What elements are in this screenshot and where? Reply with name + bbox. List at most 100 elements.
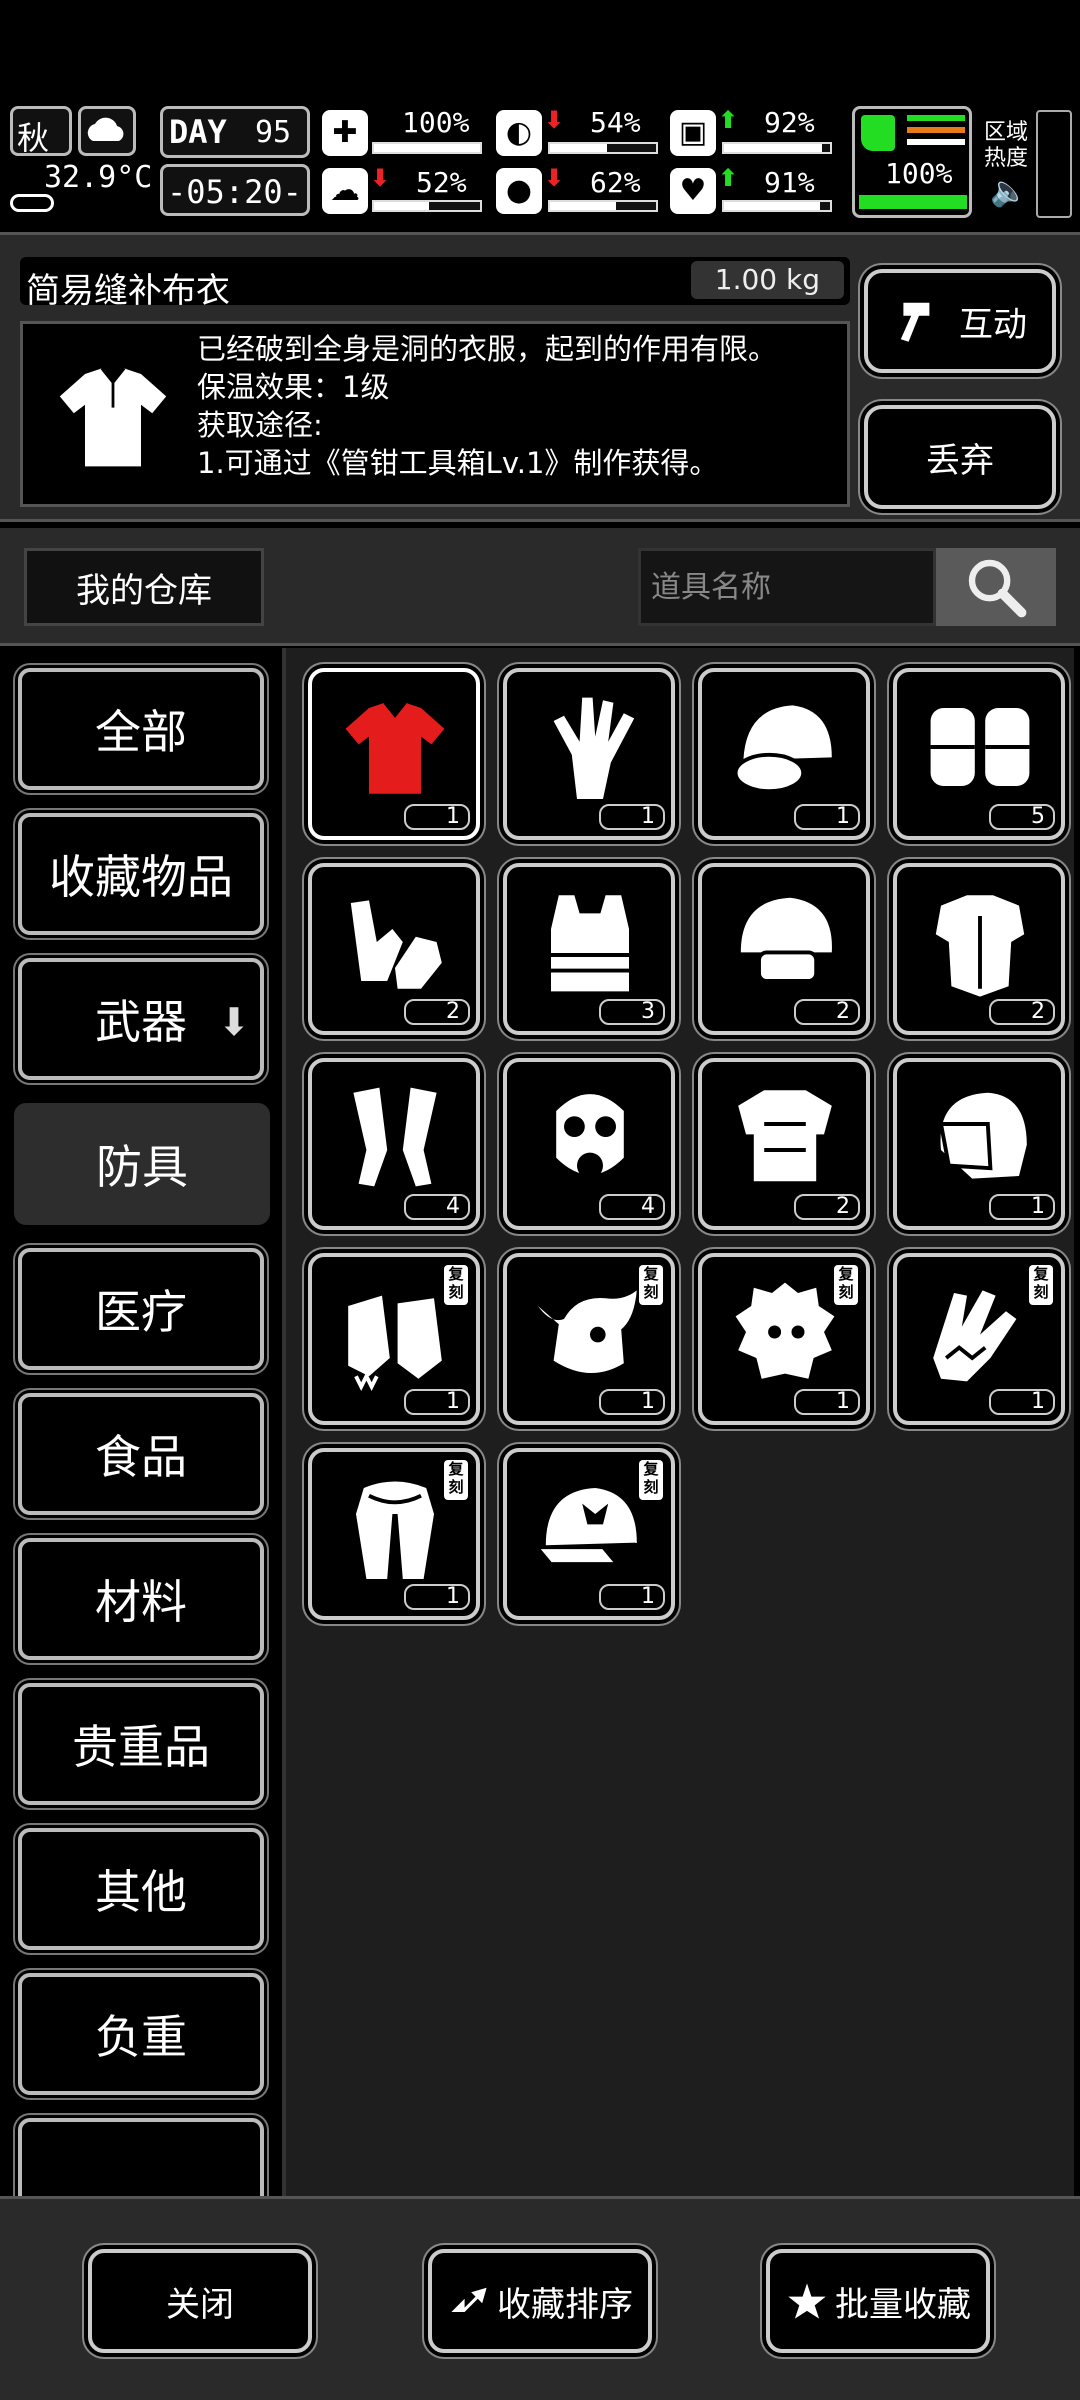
item-count: 1: [989, 1389, 1055, 1415]
item-count: 1: [794, 1389, 860, 1415]
category-armor[interactable]: 防具: [14, 1103, 270, 1225]
hunger-value: 54%: [590, 106, 641, 139]
item-slot[interactable]: 1: [893, 1058, 1065, 1230]
item-name-bar: 简易缝补布衣 1.00 kg: [20, 257, 850, 311]
item-grid: 1 1 1 5 2 3 2 2 4 4 2 1 复刻 1 复刻 1 复刻 1 复…: [282, 648, 1074, 2196]
warehouse-bar: 我的仓库: [0, 528, 1080, 646]
discard-label: 丢弃: [926, 440, 994, 481]
item-slot[interactable]: 2: [893, 863, 1065, 1035]
interact-label: 互动: [959, 304, 1027, 345]
reprint-tag: 复刻: [639, 1265, 663, 1305]
energy-value: 100%: [885, 157, 953, 190]
hunger-bar: [548, 142, 658, 154]
category-label: 医疗: [95, 1285, 187, 1339]
day-box: DAY 95: [160, 106, 310, 158]
category-label: 贵重品: [72, 1720, 210, 1774]
item-slot[interactable]: 5: [893, 668, 1065, 840]
brain-icon: ☁: [322, 168, 368, 214]
season-label: 秋: [17, 119, 50, 157]
item-count: 3: [599, 999, 665, 1025]
speaker-icon[interactable]: 🔈: [990, 174, 1027, 209]
spiked-gloves-icon: [348, 1295, 442, 1391]
category-load[interactable]: 负重: [18, 1973, 264, 2095]
region-heat-meter: [1036, 110, 1072, 218]
knee-pads-icon: [930, 708, 1030, 786]
category-favorites[interactable]: 收藏物品: [18, 813, 264, 935]
tactical-helmet-icon: [740, 897, 832, 983]
cloud-icon: [87, 117, 124, 141]
category-all[interactable]: 全部: [18, 668, 264, 790]
gloves-icon: [350, 900, 442, 989]
item-slot[interactable]: 复刻 1: [893, 1253, 1065, 1425]
close-label: 关闭: [166, 2284, 234, 2325]
category-valuables[interactable]: 贵重品: [18, 1683, 264, 1805]
item-slot[interactable]: 1: [308, 668, 480, 840]
item-slot[interactable]: 复刻 1: [503, 1448, 675, 1620]
scarf-coat-icon: [356, 1481, 434, 1579]
sanity-value: 52%: [416, 166, 467, 199]
cap-icon: [733, 705, 832, 794]
batch-favorite-button[interactable]: 批量收藏: [766, 2249, 990, 2353]
sanity-down-arrow: ⬇: [370, 164, 391, 192]
category-label: 负重: [95, 2010, 187, 2064]
region-heat-label: 区域 热度: [984, 120, 1029, 171]
stamina-bar: [722, 142, 832, 154]
item-count: 1: [599, 1389, 665, 1415]
category-label: 全部: [95, 705, 187, 759]
star-check-icon: [788, 2283, 826, 2319]
mood-bar: [722, 200, 832, 212]
water-drop-icon: ●: [496, 168, 542, 214]
hammer-icon: [900, 302, 930, 342]
item-slot[interactable]: 4: [503, 1058, 675, 1230]
leg-guards-icon: [353, 1087, 437, 1187]
energy-bar: [859, 195, 967, 209]
item-slot[interactable]: 复刻 1: [698, 1253, 870, 1425]
category-quest[interactable]: 任务: [18, 2118, 264, 2196]
item-desc-line: 已经破到全身是洞的衣服，起到的作用有限。: [197, 332, 778, 366]
thermometer-icon: [10, 194, 54, 212]
item-slot[interactable]: 3: [503, 863, 675, 1035]
search-button[interactable]: [936, 548, 1056, 626]
shirt-icon: [59, 367, 167, 467]
item-slot[interactable]: 复刻 1: [308, 1448, 480, 1620]
scaled-gloves-icon: [933, 1290, 1017, 1382]
category-medical[interactable]: 医疗: [18, 1248, 264, 1370]
item-slot[interactable]: 1: [698, 668, 870, 840]
close-button[interactable]: 关闭: [88, 2249, 312, 2353]
category-weapons[interactable]: 武器 ⬇: [18, 958, 264, 1080]
heart-icon: ♥: [670, 168, 716, 214]
item-slot[interactable]: 2: [308, 863, 480, 1035]
medkit-icon: ✚: [322, 110, 368, 156]
discard-button[interactable]: 丢弃: [864, 405, 1056, 509]
item-slot[interactable]: 2: [698, 863, 870, 1035]
mood-value: 91%: [764, 166, 815, 199]
item-slot[interactable]: 2: [698, 1058, 870, 1230]
item-slot[interactable]: 4: [308, 1058, 480, 1230]
interact-button[interactable]: 互动: [864, 269, 1056, 373]
sort-favorites-button[interactable]: 收藏排序: [428, 2249, 652, 2353]
time-box: -05:20-: [160, 164, 310, 216]
search-input[interactable]: [638, 548, 936, 626]
category-label: 武器: [95, 995, 187, 1049]
item-count: 2: [989, 999, 1055, 1025]
expand-arrow-icon: ⬇: [218, 1000, 250, 1044]
category-food[interactable]: 食品: [18, 1393, 264, 1515]
shirt-icon: [345, 701, 445, 794]
sanity-bar: [372, 200, 482, 212]
health-value: 100%: [402, 106, 470, 139]
item-slot[interactable]: 1: [503, 668, 675, 840]
stamina-value: 92%: [764, 106, 815, 139]
item-count: 2: [794, 999, 860, 1025]
category-other[interactable]: 其他: [18, 1828, 264, 1950]
status-bar: 秋 32.9°C DAY 95 -05:20- ✚ 100% ☁ ⬇ 52% ◐…: [0, 100, 1080, 224]
item-slot[interactable]: 复刻 1: [308, 1253, 480, 1425]
day-number: 95: [255, 115, 292, 150]
day-label: DAY: [169, 113, 227, 151]
emblem-cap-icon: [535, 1488, 637, 1565]
item-slot[interactable]: 复刻 1: [503, 1253, 675, 1425]
item-count: 4: [404, 1194, 470, 1220]
reprint-tag: 复刻: [444, 1460, 468, 1500]
item-detail-panel: 简易缝补布衣 1.00 kg 已经破到全身是洞的衣服，起到的作用有限。 保温效果…: [0, 232, 1080, 522]
category-materials[interactable]: 材料: [18, 1538, 264, 1660]
item-count: 5: [989, 804, 1055, 830]
